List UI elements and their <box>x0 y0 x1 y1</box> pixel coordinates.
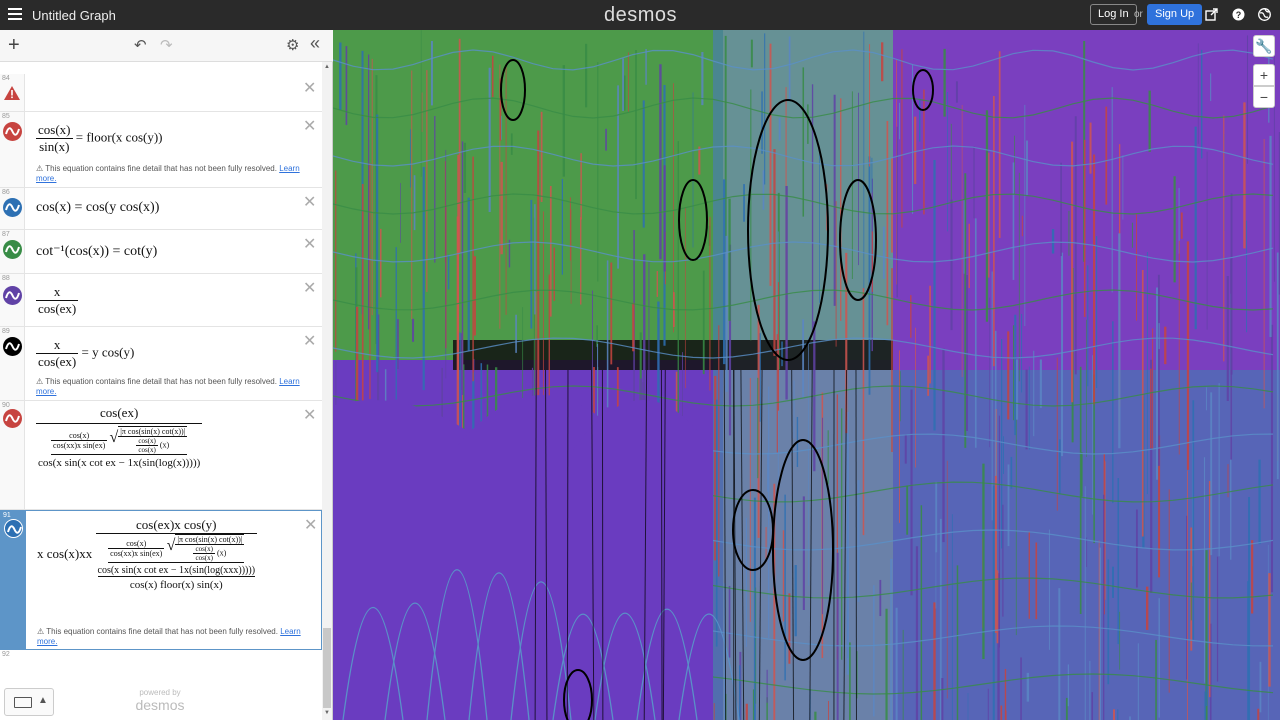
expression-row[interactable]: 88 x cos(ex) ✕ <box>0 274 322 327</box>
expression-number: 88 <box>2 275 10 282</box>
share-icon[interactable] <box>1205 8 1218 21</box>
expression-number: 87 <box>2 231 10 238</box>
keyboard-toggle-button[interactable]: ▲ <box>4 688 54 716</box>
panel-toolbar: + ↶ ↷ ⚙ « <box>0 30 333 62</box>
login-button[interactable]: Log In <box>1090 4 1137 25</box>
hamburger-icon[interactable] <box>8 8 22 20</box>
expression-row[interactable]: 89 x cos(ex) = y cos(y) ⚠ This equation c… <box>0 327 322 401</box>
expression-math[interactable]: cos(ex) cos(x) cos(xx)x sin(ex) √ |π cos(… <box>36 405 203 469</box>
expression-number: 91 <box>3 512 11 519</box>
globe-icon[interactable] <box>1258 8 1271 21</box>
color-wave-icon[interactable] <box>3 409 22 428</box>
expression-number: 85 <box>2 113 10 120</box>
scrollbar-thumb[interactable] <box>323 628 331 708</box>
graph-plot <box>333 30 1280 720</box>
graph-title[interactable]: Untitled Graph <box>32 8 116 23</box>
expression-number: 92 <box>2 651 10 658</box>
collapse-icon[interactable]: « <box>310 33 320 54</box>
svg-text:?: ? <box>1236 10 1242 20</box>
warning-icon[interactable] <box>4 86 20 103</box>
expression-panel: + ↶ ↷ ⚙ « 84 ✕ 85 cos(x) sin(x) = floor(x… <box>0 30 333 720</box>
wrench-icon[interactable]: 🔧 <box>1253 35 1275 57</box>
scroll-up-icon[interactable]: ▲ <box>324 64 330 70</box>
delete-icon[interactable]: ✕ <box>303 116 316 136</box>
fine-detail-warning: ⚠ This equation contains fine detail tha… <box>36 164 300 183</box>
delete-icon[interactable]: ✕ <box>303 278 316 298</box>
color-wave-icon[interactable] <box>4 519 23 538</box>
keyboard-icon <box>14 697 32 708</box>
expression-row[interactable]: 86 cos(x) = cos(y cos(x)) ✕ <box>0 188 322 230</box>
expression-number: 89 <box>2 328 10 335</box>
gear-icon[interactable]: ⚙ <box>286 36 299 54</box>
desmos-logo: desmos <box>604 4 678 26</box>
delete-icon[interactable]: ✕ <box>303 78 316 98</box>
top-bar: Untitled Graph desmos Log In or Sign Up … <box>0 0 1280 30</box>
help-icon[interactable]: ? <box>1232 8 1245 21</box>
expression-row[interactable]: 90 cos(ex) cos(x) cos(xx)x sin(ex) √ |π c… <box>0 401 322 510</box>
expression-number: 86 <box>2 189 10 196</box>
expression-math[interactable]: cot⁻¹(cos(x)) = cot(y) <box>36 243 157 260</box>
color-wave-icon[interactable] <box>3 198 22 217</box>
plot-black-line <box>566 369 569 720</box>
zoom-out-button[interactable]: − <box>1253 86 1275 108</box>
powered-by-desmos: powered by desmos <box>135 688 185 713</box>
fine-detail-warning: ⚠ This equation contains fine detail tha… <box>37 627 301 646</box>
fine-detail-warning: ⚠ This equation contains fine detail tha… <box>36 377 300 396</box>
delete-icon[interactable]: ✕ <box>303 405 316 425</box>
expression-math[interactable]: x cos(ex) = y cos(y) <box>36 337 134 370</box>
expression-row-selected[interactable]: 91 x cos(x)xx cos(ex)x cos(y) cos(x) cos(… <box>0 510 322 650</box>
color-wave-icon[interactable] <box>3 286 22 305</box>
delete-icon[interactable]: ✕ <box>304 515 317 535</box>
expression-number: 84 <box>2 75 10 82</box>
signup-button[interactable]: Sign Up <box>1147 4 1203 25</box>
scroll-down-icon[interactable]: ▼ <box>324 710 330 716</box>
delete-icon[interactable]: ✕ <box>303 192 316 212</box>
color-wave-icon[interactable] <box>3 240 22 259</box>
expression-math[interactable]: cos(x) = cos(y cos(x)) <box>36 200 159 216</box>
add-icon[interactable]: + <box>8 34 20 57</box>
plot-black-line <box>660 369 663 720</box>
delete-icon[interactable]: ✕ <box>303 234 316 254</box>
expression-math[interactable]: x cos(ex) <box>36 284 79 317</box>
color-wave-icon[interactable] <box>3 337 22 356</box>
delete-icon[interactable]: ✕ <box>303 331 316 351</box>
panel-scrollbar[interactable]: ▲ ▼ <box>322 62 332 720</box>
undo-icon[interactable]: ↶ <box>134 36 147 54</box>
expression-row[interactable]: 84 ✕ <box>0 74 322 112</box>
graph-canvas[interactable] <box>333 30 1280 720</box>
expression-row[interactable]: 85 cos(x) sin(x) = floor(x cos(y)) ⚠ This… <box>0 112 322 188</box>
redo-icon[interactable]: ↷ <box>160 36 173 54</box>
zoom-in-button[interactable]: + <box>1253 64 1275 86</box>
expression-math[interactable]: x cos(x)xx cos(ex)x cos(y) cos(x) cos(xx)… <box>37 517 258 591</box>
color-wave-icon[interactable] <box>3 122 22 141</box>
caret-up-icon: ▲ <box>38 695 48 706</box>
expression-row[interactable]: 87 cot⁻¹(cos(x)) = cot(y) ✕ <box>0 230 322 274</box>
expression-list: 84 ✕ 85 cos(x) sin(x) = floor(x cos(y)) ⚠… <box>0 62 322 702</box>
expression-math[interactable]: cos(x) sin(x) = floor(x cos(y)) <box>36 122 163 155</box>
expression-number: 90 <box>2 402 10 409</box>
expression-row-empty[interactable]: 92 <box>0 650 322 690</box>
or-label: or <box>1134 9 1143 20</box>
